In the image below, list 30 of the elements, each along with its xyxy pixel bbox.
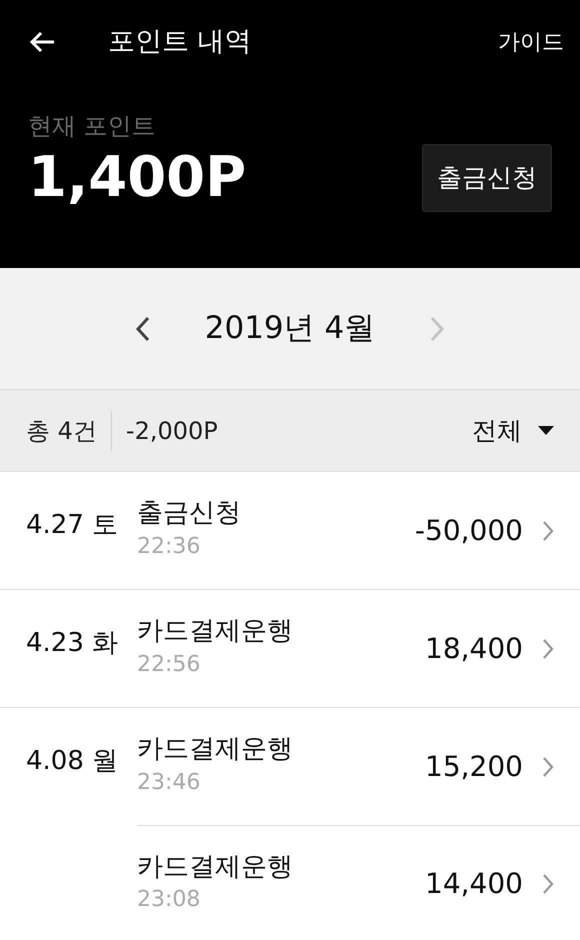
month-label: 2019년 4월 <box>204 309 376 348</box>
back-arrow-icon[interactable] <box>28 30 56 54</box>
withdraw-button[interactable]: 출금신청 <box>422 144 552 212</box>
transaction-time: 23:46 <box>137 768 202 797</box>
transaction-amount: 15,200 <box>425 748 523 784</box>
date-label: 4.23 화 <box>25 627 120 660</box>
transaction-amount: 18,400 <box>425 630 523 666</box>
transaction-amount: 14,400 <box>425 866 523 902</box>
transaction-title: 출금신청 <box>137 498 241 530</box>
balance-label: 현재 포인트 <box>28 111 157 142</box>
transaction-count: 총 4건 <box>26 416 97 446</box>
date-label: 4.27 토 <box>25 509 120 542</box>
chevron-right-icon[interactable] <box>543 520 554 540</box>
chevron-right-icon[interactable] <box>543 638 554 658</box>
filter-dropdown[interactable]: 전체 <box>472 412 554 450</box>
caret-icon <box>538 426 554 435</box>
chevron-right-icon[interactable] <box>543 756 554 776</box>
transaction-time: 22:36 <box>137 532 202 561</box>
page-title: 포인트 내역 <box>108 24 252 59</box>
transaction-amount: -50,000 <box>414 512 523 548</box>
balance-amount: 1,400P <box>28 146 246 209</box>
transaction-time: 23:08 <box>137 886 202 914</box>
transaction-time: 22:56 <box>137 650 202 679</box>
chevron-right-icon[interactable] <box>543 874 554 894</box>
transaction-title: 카드결제운행 <box>137 852 293 884</box>
guide-link[interactable]: 가이드 <box>498 26 564 58</box>
transaction-title: 카드결제운행 <box>137 734 293 766</box>
total-points: -2,000P <box>126 416 218 446</box>
transaction-title: 카드결제운행 <box>137 616 293 648</box>
date-label: 4.08 월 <box>25 745 120 778</box>
